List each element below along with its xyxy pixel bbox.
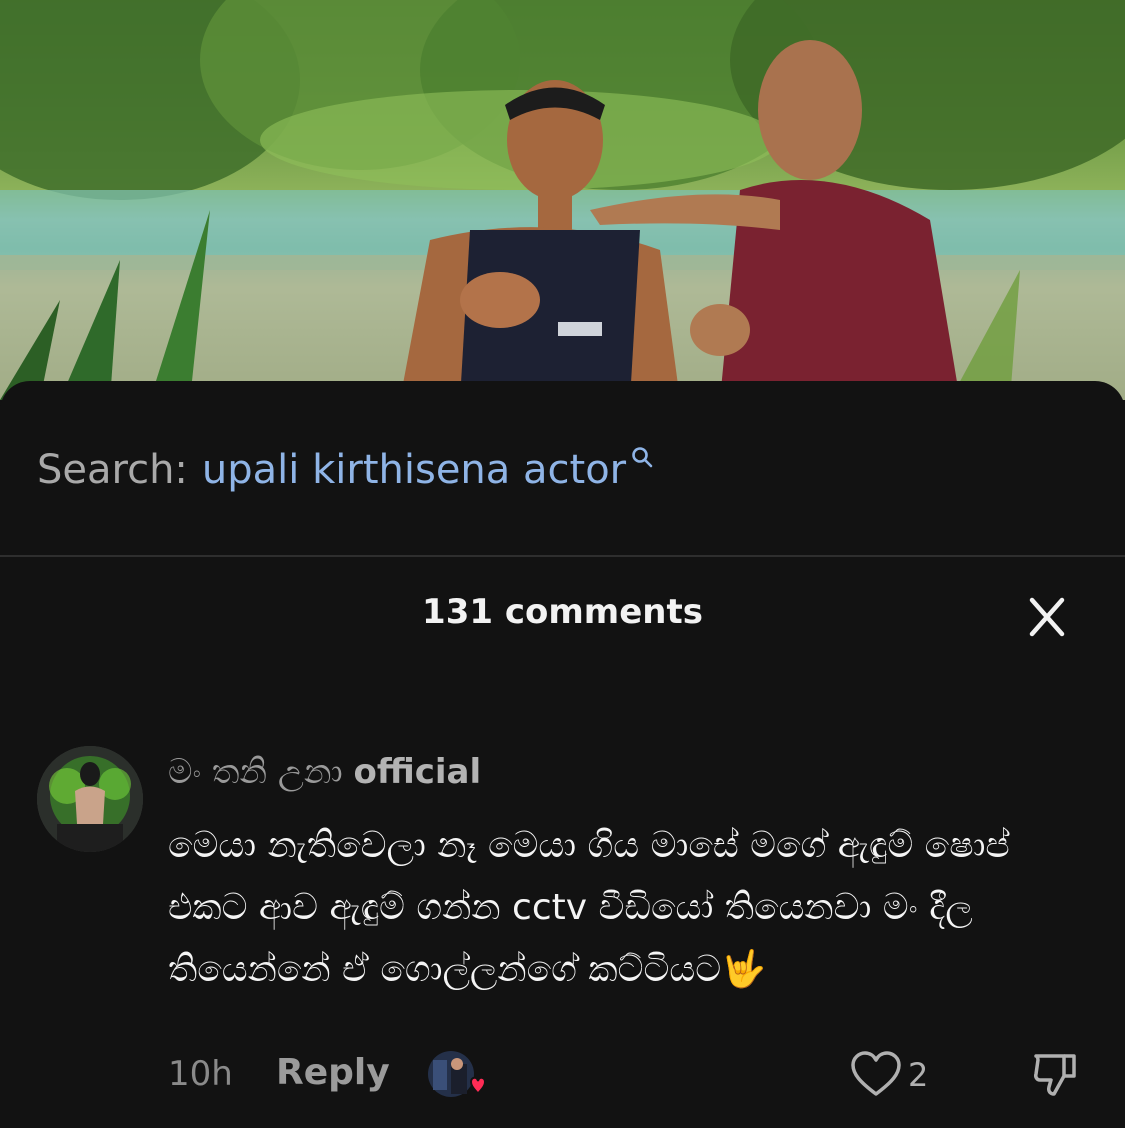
search-query-link[interactable]: upali kirthisena actor (202, 447, 626, 493)
username-sinhala: මං තනි උනා (168, 752, 343, 792)
comment-line: තියෙන්නේ ඒ ගොල්ලන්ගේ කට්ටියට🤟 (168, 949, 766, 990)
video-frame (0, 0, 1125, 400)
reply-button[interactable]: Reply (276, 1052, 390, 1093)
comments-count-title: 131 comments (422, 592, 703, 632)
comment-line: මෙයා නැතිවෙලා නෑ මෙයා ගිය මාසේ මගේ ඇඳුම්… (168, 825, 1010, 866)
related-search[interactable]: Search: upali kirthisena actor (37, 440, 654, 500)
search-label: Search: (37, 447, 188, 493)
heart-icon[interactable] (850, 1050, 902, 1098)
thumbs-down-icon[interactable] (1030, 1050, 1078, 1098)
close-icon[interactable] (1022, 592, 1072, 642)
creator-liked-badge (427, 1050, 487, 1102)
comment-username[interactable]: මං තනි උනා official (168, 752, 481, 792)
search-icon (630, 433, 654, 479)
username-suffix: official (353, 752, 482, 792)
comment-line: එකට ආව ඇඳුම් ගන්න cctv වීඩියෝ තියෙනවා මං… (168, 887, 973, 928)
like-count: 2 (908, 1056, 929, 1094)
video-player[interactable] (0, 0, 1125, 400)
comment-timestamp: 10h (168, 1054, 233, 1094)
comment-body: මෙයා නැතිවෙලා නෑ මෙයා ගිය මාසේ මගේ ඇඳුම්… (168, 815, 1088, 1001)
avatar[interactable] (37, 746, 143, 852)
divider (0, 555, 1125, 557)
